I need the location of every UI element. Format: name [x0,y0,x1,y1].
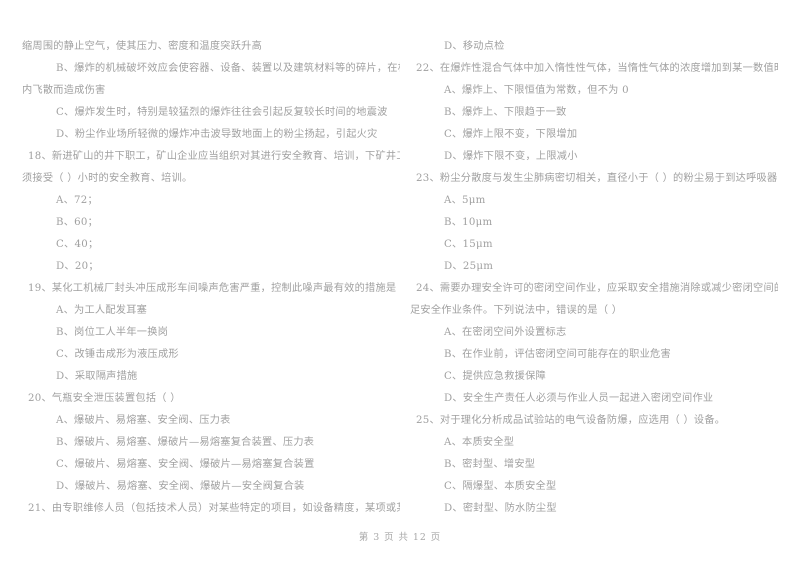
text-line: 缩周围的静止空气，使其压力、密度和温度突跃升高 [22,41,263,52]
answer-option: B、爆炸的机械破坏效应会使容器、设备、装置以及建筑材料等的碎片，在相当大的范围 [56,63,400,74]
text-line: 足安全作业条件。下列说法中，错误的是（ ） [410,305,623,316]
answer-option: A、爆炸上、下限恒值为常数，但不为 0 [444,85,629,96]
answer-option: B、爆炸上、下限趋于一致 [444,107,567,118]
question-stem: 18、新进矿山的井下职工，矿山企业应当组织对其进行安全教育、培训，下矿井工作前至… [28,151,400,162]
answer-option: C、15μm [444,239,493,250]
answer-option: B、爆破片、易熔塞、爆破片—易熔塞复合装置、压力表 [56,437,315,448]
answer-option: D、20； [56,261,99,272]
question-stem: 19、某化工机械厂封头冲压成形车间噪声危害严重，控制此噪声最有效的措施是（ ） [28,283,400,294]
text-line: 须接受（ ）小时的安全教育、培训。 [22,173,193,184]
two-column-body: 缩周围的静止空气，使其压力、密度和温度突跃升高 B、爆炸的机械破坏效应会使容器、设… [22,36,778,516]
question-stem: 21、由专职维修人员（包括技术人员）对某些特定的项目，如设备精度，某项或某功能参… [28,503,400,514]
question-stem: 20、气瓶安全泄压装置包括（ ） [28,393,181,404]
answer-option: A、5μm [444,195,486,206]
answer-option: A、爆破片、易熔塞、安全阀、压力表 [56,415,231,426]
answer-option: B、在作业前，评估密闭空间可能存在的职业危害 [444,349,671,360]
answer-option: C、隔爆型、本质安全型 [444,481,557,492]
right-column: D、移动点检 22、在爆炸性混合气体中加入惰性性气体，当惰性气体的浓度增加到某一数… [400,36,778,516]
answer-option: C、40； [56,239,99,250]
answer-option: B、岗位工人半年一换岗 [56,327,169,338]
answer-option: C、爆破片、易熔塞、安全阀、爆破片—易熔塞复合装置 [56,459,315,470]
question-stem: 25、对于理化分析成品试验站的电气设备防爆，应选用（ ）设备。 [416,415,726,426]
answer-option: D、密封型、防水防尘型 [444,503,557,514]
answer-option: D、采取隔声措施 [56,371,138,382]
answer-option: A、本质安全型 [444,437,515,448]
answer-option: B、密封型、增安型 [444,459,536,470]
document-page: 缩周围的静止空气，使其压力、密度和温度突跃升高 B、爆炸的机械破坏效应会使容器、设… [0,0,800,565]
answer-option: A、为工人配发耳塞 [56,305,148,316]
question-stem: 23、粉尘分散度与发生尘肺病密切相关，直径小于（ ）的粉尘易于到达呼吸器官的深部… [416,173,778,184]
answer-option: C、改锤击成形为液压成形 [56,349,179,360]
answer-option: D、爆炸下限不变，上限减小 [444,151,578,162]
answer-option: D、25μm [444,261,494,272]
answer-option: A、72； [56,195,98,206]
answer-option: D、粉尘作业场所轻微的爆炸冲击波导致地面上的粉尘扬起，引起火灾 [56,129,378,140]
answer-option: D、爆破片、易熔塞、安全阀、爆破片—安全阀复合装 [56,481,305,492]
left-column: 缩周围的静止空气，使其压力、密度和温度突跃升高 B、爆炸的机械破坏效应会使容器、设… [22,36,400,516]
answer-option: B、60； [56,217,99,228]
question-stem: 22、在爆炸性混合气体中加入惰性性气体，当惰性气体的浓度增加到某一数值时，（ ） [416,63,778,74]
answer-option: B、10μm [444,217,493,228]
answer-option: C、爆炸发生时，特别是较猛烈的爆炸往往会引起反复较长时间的地震波 [56,107,388,118]
answer-option: C、爆炸上限不变，下限增加 [444,129,578,140]
page-footer: 第 3 页 共 12 页 [358,532,442,543]
question-stem: 24、需要办理安全许可的密闭空间作业，应采取安全措施消除或减少密闭空间的职业危害… [416,283,778,294]
answer-option: D、安全生产责任人必须与作业人员一起进入密闭空间作业 [444,393,714,404]
answer-option: C、提供应急救援保障 [444,371,546,382]
answer-option: D、移动点检 [444,41,505,52]
answer-option: A、在密闭空间外设置标志 [444,327,567,338]
text-line: 内飞散而造成伤害 [22,85,106,96]
